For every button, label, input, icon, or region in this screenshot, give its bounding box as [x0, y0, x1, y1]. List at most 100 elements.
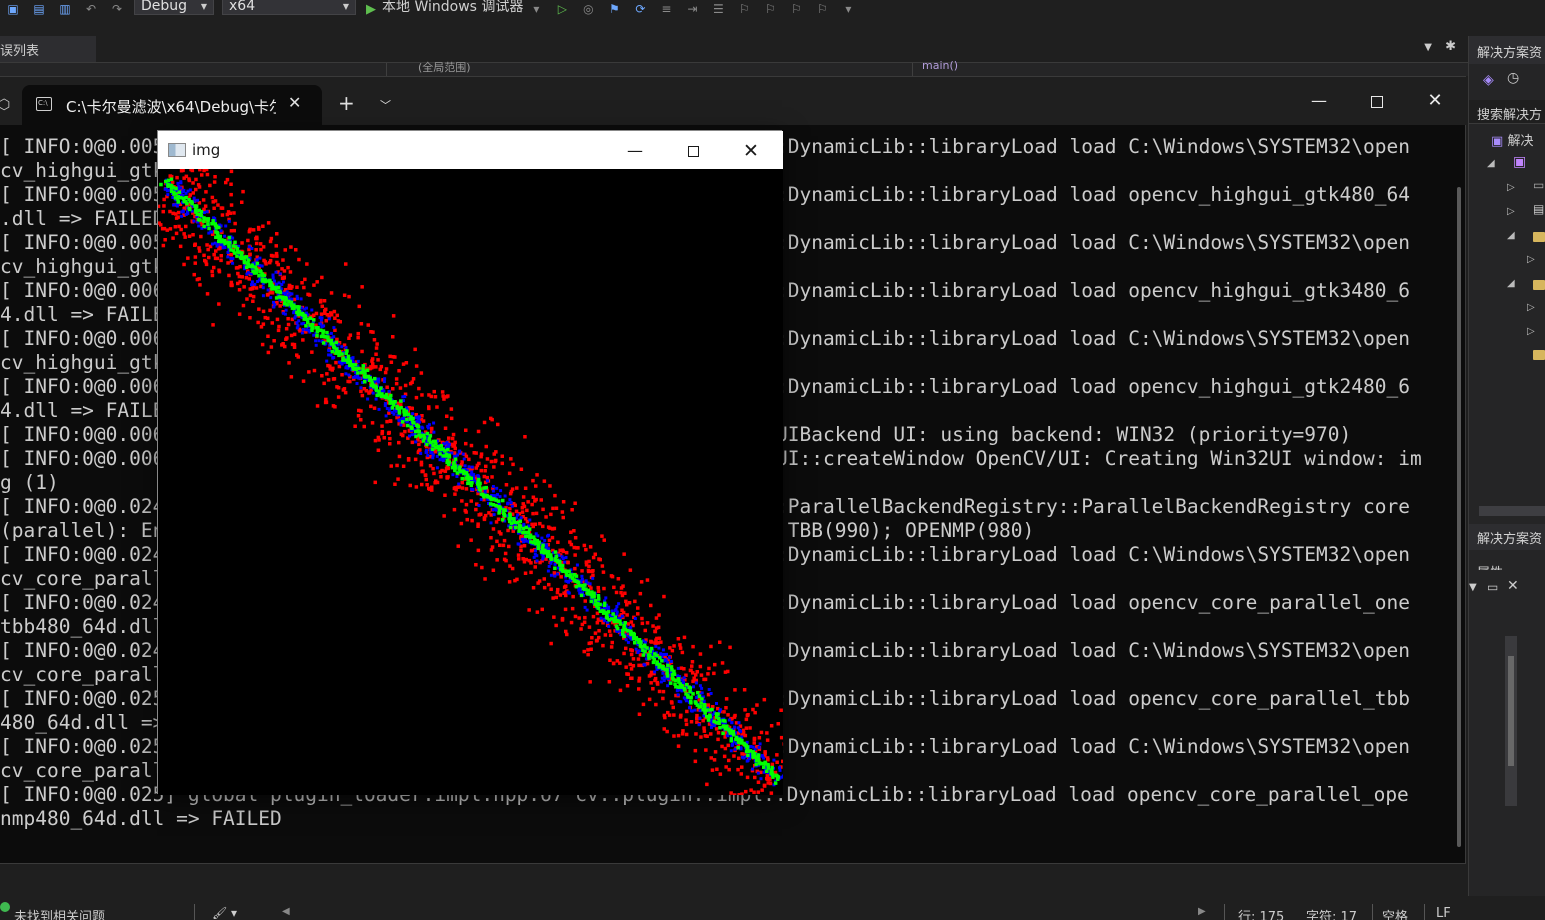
- bookmark-clear-icon[interactable]: ⚐: [814, 2, 830, 16]
- bookmark-prev-icon[interactable]: ⚐: [762, 2, 778, 16]
- chevron-down-icon[interactable]: ﹀: [380, 97, 391, 113]
- noisy-point: [693, 748, 698, 753]
- collapsed-arrow-icon[interactable]: ▷: [1527, 254, 1535, 265]
- filtered-point: [389, 393, 393, 398]
- img-window-titlebar[interactable]: img — ✕: [158, 131, 783, 169]
- measured-point: [301, 328, 305, 331]
- attach-icon[interactable]: ◎: [580, 2, 596, 16]
- measured-point: [519, 516, 523, 520]
- minimize-icon[interactable]: —: [612, 139, 658, 163]
- brush-icon[interactable]: 🖌 ▾: [212, 906, 237, 920]
- expanded-arrow-icon[interactable]: ◢: [1487, 158, 1495, 169]
- bookmark-next-icon[interactable]: ⚐: [788, 2, 804, 16]
- collapsed-arrow-icon[interactable]: ▷: [1507, 206, 1515, 217]
- measured-point: [741, 755, 744, 759]
- noisy-point: [723, 746, 728, 751]
- save-all-icon[interactable]: ▥: [57, 2, 73, 16]
- minimize-icon[interactable]: —: [1296, 89, 1342, 113]
- noisy-point: [636, 657, 641, 661]
- maximize-icon[interactable]: [1354, 89, 1400, 113]
- collapsed-arrow-icon[interactable]: ▷: [1507, 182, 1515, 193]
- img-canvas[interactable]: [158, 169, 783, 795]
- noisy-point: [519, 534, 523, 539]
- filtered-point: [766, 766, 770, 770]
- config-dropdown[interactable]: Debug ▼: [134, 0, 214, 15]
- chevron-down-icon[interactable]: ▼: [1424, 42, 1432, 53]
- platform-dropdown[interactable]: x64 ▼: [222, 0, 356, 15]
- noisy-point: [525, 508, 529, 513]
- line-indicator[interactable]: 行: 175: [1238, 906, 1284, 920]
- scope-dropdown[interactable]: (全局范围): [418, 59, 471, 75]
- solution-search-input[interactable]: 搜索解决方: [1469, 100, 1545, 124]
- expanded-arrow-icon[interactable]: ◢: [1507, 230, 1515, 241]
- indent-icon[interactable]: ⇥: [684, 2, 700, 16]
- noisy-point: [691, 679, 695, 684]
- close-icon[interactable]: ✕: [728, 139, 774, 163]
- redo-icon[interactable]: ↷: [109, 2, 125, 16]
- save-icon[interactable]: ▤: [31, 2, 47, 16]
- col-indicator[interactable]: 字符: 17: [1306, 906, 1357, 920]
- comment-icon[interactable]: ☰: [710, 2, 726, 16]
- open-folder-icon[interactable]: ▣: [5, 2, 21, 16]
- measured-point: [516, 513, 520, 517]
- measured-point: [340, 345, 344, 349]
- scroll-left-icon[interactable]: ◀: [282, 906, 290, 917]
- solution-explorer-title[interactable]: 解决方案资: [1469, 36, 1545, 64]
- measured-point: [463, 464, 467, 468]
- line-ending-indicator[interactable]: LF: [1436, 906, 1451, 920]
- solution-explorer-tab[interactable]: 解决方案资: [1469, 524, 1545, 550]
- chevron-down-icon[interactable]: ▼: [1469, 582, 1477, 593]
- maximize-icon[interactable]: ▭: [1487, 580, 1498, 594]
- noisy-point: [523, 486, 528, 490]
- noisy-point: [713, 750, 718, 754]
- maximize-icon[interactable]: [670, 139, 716, 163]
- close-icon[interactable]: ✕: [1412, 89, 1458, 113]
- vs-solution-icon[interactable]: ◈: [1483, 72, 1494, 88]
- measured-point: [399, 423, 403, 427]
- solution-root-item[interactable]: ▣ 解决: [1491, 130, 1533, 149]
- new-tab-icon[interactable]: +: [338, 93, 355, 113]
- terminal-tab[interactable]: C:\ C:\卡尔曼滤波\x64\Debug\卡尔 ✕: [22, 85, 322, 125]
- undo-icon[interactable]: ↶: [83, 2, 99, 16]
- noisy-point: [556, 540, 560, 544]
- noisy-point: [549, 587, 553, 591]
- error-list-tab[interactable]: 误列表: [0, 36, 96, 62]
- horizontal-scrollbar[interactable]: [1479, 506, 1545, 516]
- gear-icon[interactable]: ✱: [1445, 39, 1456, 54]
- filtered-point: [496, 499, 501, 503]
- measured-point: [327, 317, 331, 321]
- format-icon[interactable]: ≡: [658, 2, 674, 16]
- bookmark-toggle-icon[interactable]: ⚐: [736, 2, 752, 16]
- measured-point: [690, 709, 694, 713]
- collapsed-arrow-icon[interactable]: ▷: [1527, 302, 1535, 313]
- debugger-label[interactable]: 本地 Windows 调试器: [382, 0, 523, 16]
- bookmark-icon[interactable]: ⚑: [606, 2, 622, 16]
- start-debugging-icon[interactable]: ▶: [366, 2, 376, 17]
- expanded-arrow-icon[interactable]: ◢: [1507, 278, 1515, 289]
- collapsed-arrow-icon[interactable]: ▷: [1527, 326, 1535, 337]
- scrollbar-thumb[interactable]: [1508, 656, 1514, 766]
- app-icon: [168, 143, 186, 157]
- whitespace-indicator[interactable]: 空格: [1382, 906, 1408, 920]
- filtered-point: [438, 452, 442, 456]
- start-without-debugging-icon[interactable]: ▷: [554, 2, 570, 16]
- member-dropdown[interactable]: main(): [922, 59, 958, 72]
- toolbar-overflow-icon[interactable]: ▾: [840, 2, 856, 16]
- history-icon[interactable]: ◷: [1507, 70, 1519, 86]
- scroll-right-icon[interactable]: ▶: [1198, 906, 1206, 917]
- hot-reload-icon[interactable]: ⟳: [632, 2, 648, 16]
- issues-status[interactable]: 未找到相关问题: [14, 906, 105, 920]
- properties-title[interactable]: 属性: [1469, 550, 1545, 570]
- close-icon[interactable]: ✕: [1507, 578, 1519, 594]
- dropdown-arrow-icon[interactable]: ▾: [528, 2, 544, 16]
- terminal-line: [ INFO:0@0.025: [0, 687, 165, 710]
- measured-point: [620, 614, 624, 618]
- noisy-point: [244, 276, 249, 280]
- noisy-point: [397, 454, 402, 459]
- noisy-point: [187, 234, 192, 238]
- noisy-point: [241, 303, 246, 308]
- terminal-scrollbar[interactable]: [1457, 187, 1461, 847]
- close-tab-icon[interactable]: ✕: [288, 93, 301, 112]
- measured-point: [470, 465, 474, 469]
- noisy-point: [397, 440, 401, 445]
